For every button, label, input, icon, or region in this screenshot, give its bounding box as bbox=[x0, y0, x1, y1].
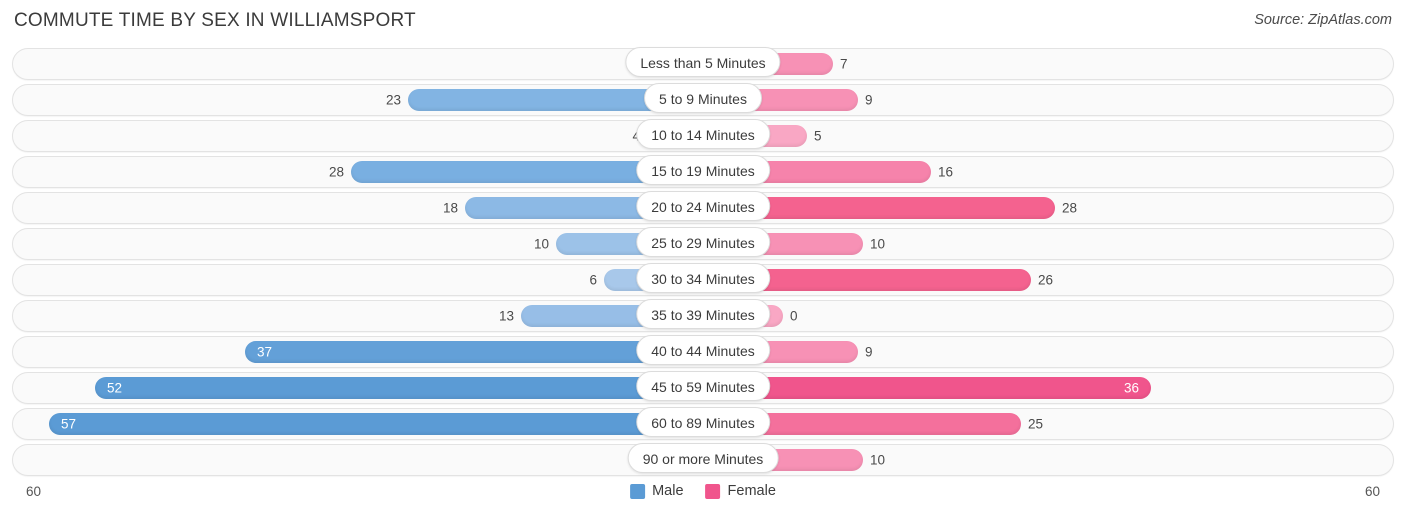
bar-value-male: 37 bbox=[257, 344, 273, 360]
category-label: 25 to 29 Minutes bbox=[636, 227, 770, 257]
chart-row: 23 9 5 to 9 Minutes bbox=[12, 82, 1394, 118]
chart-footer: 60 60 Male Female bbox=[12, 478, 1394, 518]
legend-label: Female bbox=[727, 483, 776, 499]
bar-value-female: 10 bbox=[870, 236, 886, 252]
category-label: Less than 5 Minutes bbox=[625, 47, 781, 77]
category-label: 20 to 24 Minutes bbox=[636, 191, 770, 221]
legend-item-male[interactable]: Male bbox=[630, 483, 684, 499]
bar-value-female: 28 bbox=[1062, 200, 1078, 216]
category-label: 90 or more Minutes bbox=[627, 443, 779, 473]
category-label: 15 to 19 Minutes bbox=[636, 155, 770, 185]
chart-row: 18 28 20 to 24 Minutes bbox=[12, 190, 1394, 226]
legend-item-female[interactable]: Female bbox=[705, 483, 776, 499]
source-attribution: Source: ZipAtlas.com bbox=[1254, 12, 1392, 28]
page-title: COMMUTE TIME BY SEX IN WILLIAMSPORT bbox=[14, 10, 416, 31]
category-label: 5 to 9 Minutes bbox=[644, 83, 762, 113]
chart-row: 41090 or more Minutes bbox=[12, 442, 1394, 478]
legend-label: Male bbox=[652, 483, 684, 499]
chart-row: 37 9 40 to 44 Minutes bbox=[12, 334, 1394, 370]
bar-male[interactable]: 37 bbox=[245, 341, 703, 363]
bar-value-female: 7 bbox=[840, 56, 848, 72]
bar-value-female: 5 bbox=[814, 128, 822, 144]
category-label: 30 to 34 Minutes bbox=[636, 263, 770, 293]
axis-label-left: 60 bbox=[26, 484, 42, 499]
chart-row: 6 26 30 to 34 Minutes bbox=[12, 262, 1394, 298]
chart-row: 13 0 35 to 39 Minutes bbox=[12, 298, 1394, 334]
bar-value-female: 26 bbox=[1038, 272, 1054, 288]
bar-value-male: 57 bbox=[61, 416, 77, 432]
bar-value-female: 9 bbox=[865, 92, 873, 108]
bar-value-female: 0 bbox=[790, 308, 798, 324]
category-label: 45 to 59 Minutes bbox=[636, 371, 770, 401]
category-label: 60 to 89 Minutes bbox=[636, 407, 770, 437]
bar-value-male: 52 bbox=[107, 380, 123, 396]
bar-male[interactable]: 52 bbox=[95, 377, 703, 399]
category-label: 35 to 39 Minutes bbox=[636, 299, 770, 329]
bar-value-male: 23 bbox=[385, 92, 401, 108]
legend-swatch-icon bbox=[630, 483, 646, 499]
bar-value-female: 10 bbox=[870, 452, 886, 468]
category-label: 10 to 14 Minutes bbox=[636, 119, 770, 149]
bar-value-female: 25 bbox=[1028, 416, 1044, 432]
bar-value-female: 16 bbox=[938, 164, 954, 180]
chart-header: COMMUTE TIME BY SEX IN WILLIAMSPORT Sour… bbox=[0, 0, 1406, 46]
bar-value-male: 10 bbox=[533, 236, 549, 252]
bar-male[interactable]: 57 bbox=[49, 413, 703, 435]
bar-value-male: 6 bbox=[589, 272, 597, 288]
bar-value-female: 36 bbox=[1123, 380, 1139, 396]
bar-female[interactable]: 36 bbox=[703, 377, 1151, 399]
chart-row: 10 10 25 to 29 Minutes bbox=[12, 226, 1394, 262]
chart-row: 4510 to 14 Minutes bbox=[12, 118, 1394, 154]
chart-legend: Male Female bbox=[630, 483, 776, 499]
chart-row: 52 36 45 to 59 Minutes bbox=[12, 370, 1394, 406]
bar-value-male: 28 bbox=[328, 164, 344, 180]
bar-value-female: 9 bbox=[865, 344, 873, 360]
chart-row: 37Less than 5 Minutes bbox=[12, 46, 1394, 82]
chart-plot-area: 37 Less than 5 Minutes 23 9 5 to 9 Minutes 45… bbox=[12, 46, 1394, 478]
bar-value-male: 13 bbox=[498, 308, 514, 324]
bar-value-male: 18 bbox=[442, 200, 458, 216]
chart-row: 57 25 60 to 89 Minutes bbox=[12, 406, 1394, 442]
axis-label-right: 60 bbox=[1364, 484, 1380, 499]
category-label: 40 to 44 Minutes bbox=[636, 335, 770, 365]
chart-row: 28 16 15 to 19 Minutes bbox=[12, 154, 1394, 190]
legend-swatch-icon bbox=[705, 483, 721, 499]
